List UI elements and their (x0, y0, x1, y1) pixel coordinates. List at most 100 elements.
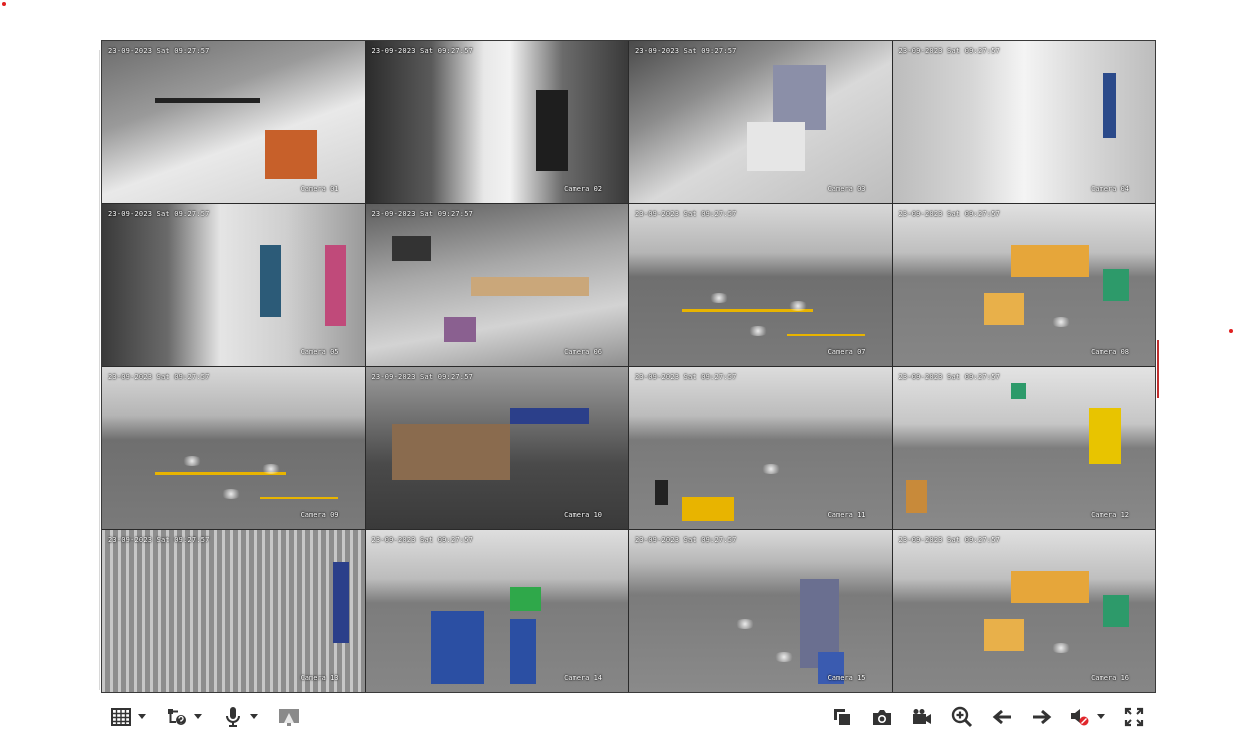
camera-tile[interactable]: 23-09-2023 Sat 09:27:57 Camera 16 (892, 530, 1155, 692)
chevron-down-icon (194, 714, 202, 719)
scene-object (264, 130, 318, 179)
ceiling-light-reflection (180, 456, 203, 467)
ceiling-light-reflection (220, 488, 243, 499)
osd-camera-name: Camera 08 (1091, 348, 1129, 356)
ceiling-light-reflection (707, 293, 730, 304)
osd-timestamp: 23-09-2023 Sat 09:27:57 (898, 536, 1001, 544)
scene-object (1010, 244, 1090, 277)
scene-object (470, 276, 589, 297)
audio-button[interactable] (1066, 703, 1094, 731)
osd-timestamp: 23-09-2023 Sat 09:27:57 (898, 47, 1001, 55)
camera-tile[interactable]: 23-09-2023 Sat 09:27:57 Camera 15 (629, 530, 892, 692)
camera-tile[interactable]: 23-09-2023 Sat 09:27:57 Camera 10 (365, 367, 628, 529)
camera-feed (629, 41, 892, 203)
osd-timestamp: 23-09-2023 Sat 09:27:57 (635, 210, 737, 218)
camera-tile[interactable]: 23-09-2023 Sat 09:27:57 Camera 06 (365, 204, 628, 366)
ceiling-light-reflection (1050, 643, 1072, 654)
camera-feed (365, 204, 628, 366)
scene-object (773, 65, 826, 131)
next-page-button[interactable] (1028, 703, 1056, 731)
scene-object (391, 236, 432, 261)
camera-tile[interactable]: 23-09-2023 Sat 09:27:57 Camera 08 (892, 204, 1155, 366)
camera-tile[interactable]: 23-09-2023 Sat 09:27:57 Camera 11 (629, 367, 892, 529)
osd-timestamp: 23-09-2023 Sat 09:27:57 (108, 373, 210, 381)
camera-tile[interactable]: 23-09-2023 Sat 09:27:57 Camera 02 (365, 41, 628, 203)
camera-feed (365, 41, 628, 203)
camera-tile[interactable]: 23-09-2023 Sat 09:27:57 Camera 13 (102, 530, 365, 692)
ceiling-light-reflection (760, 464, 783, 475)
osd-timestamp: 23-09-2023 Sat 09:27:57 (635, 373, 737, 381)
zoom-in-icon (951, 706, 973, 728)
speaker-muted-icon (1071, 709, 1089, 726)
arrow-right-icon (1033, 709, 1052, 725)
scene-object (259, 496, 339, 500)
camera-tile[interactable]: 23-09-2023 Sat 09:27:57 Camera 01 (102, 41, 365, 203)
osd-timestamp: 23-09-2023 Sat 09:27:57 (898, 373, 1001, 381)
ceiling-light-reflection (1050, 317, 1072, 328)
camera-feed (365, 367, 628, 529)
osd-timestamp: 23-09-2023 Sat 09:27:57 (108, 536, 210, 544)
chevron-down-icon (1097, 714, 1105, 719)
osd-camera-name: Camera 01 (300, 185, 339, 193)
camera-tile[interactable]: 23-09-2023 Sat 09:27:57 Camera 14 (365, 530, 628, 692)
osd-camera-name: Camera 14 (564, 674, 602, 682)
ceiling-light-reflection (773, 651, 796, 662)
pip-button[interactable] (275, 703, 303, 731)
scene-object (1102, 73, 1116, 139)
fullscreen-icon (1124, 707, 1144, 727)
window-layout-button[interactable] (107, 703, 135, 731)
camera-feed (892, 530, 1155, 692)
camera-feed (102, 530, 365, 692)
camera-feed (892, 41, 1155, 203)
osd-timestamp: 23-09-2023 Sat 09:27:57 (108, 210, 210, 218)
scene-object (747, 122, 805, 171)
osd-camera-name: Camera 04 (1091, 185, 1129, 193)
marker-dot (2, 2, 6, 6)
ceiling-light-reflection (259, 464, 282, 475)
fullscreen-button[interactable] (1120, 703, 1148, 731)
pip-icon (279, 709, 299, 726)
audio-dropdown[interactable] (1094, 703, 1108, 731)
scene-object (681, 496, 734, 521)
camera-feed (102, 367, 365, 529)
camera-feed (629, 367, 892, 529)
window-switch-button[interactable] (828, 703, 856, 731)
osd-timestamp: 23-09-2023 Sat 09:27:57 (108, 47, 210, 55)
capture-button[interactable] (868, 703, 896, 731)
osd-camera-name: Camera 06 (564, 348, 602, 356)
two-way-audio-button[interactable] (219, 703, 247, 731)
scene-object (509, 407, 589, 424)
camera-feed (892, 204, 1155, 366)
scene-object (984, 619, 1024, 652)
camera-tile[interactable]: 23-09-2023 Sat 09:27:57 Camera 05 (102, 204, 365, 366)
window-layout-dropdown[interactable] (135, 703, 149, 731)
osd-camera-name: Camera 11 (827, 511, 866, 519)
scene-object (333, 562, 349, 644)
scene-object (325, 244, 347, 326)
osd-camera-name: Camera 09 (300, 511, 339, 519)
camera-icon (873, 710, 891, 725)
chevron-down-icon (250, 714, 258, 719)
marker-dot (1229, 329, 1233, 333)
digital-zoom-button[interactable] (948, 703, 976, 731)
osd-timestamp: 23-09-2023 Sat 09:27:57 (635, 536, 737, 544)
two-way-audio-dropdown[interactable] (247, 703, 261, 731)
previous-page-button[interactable] (988, 703, 1016, 731)
camera-feed (629, 530, 892, 692)
osd-timestamp: 23-09-2023 Sat 09:27:57 (898, 210, 1001, 218)
camera-tile[interactable]: 23-09-2023 Sat 09:27:57 Camera 09 (102, 367, 365, 529)
panel-divider (99, 50, 100, 690)
camera-tile[interactable]: 23-09-2023 Sat 09:27:57 Camera 04 (892, 41, 1155, 203)
record-button[interactable] (908, 703, 936, 731)
camera-tile[interactable]: 23-09-2023 Sat 09:27:57 Camera 03 (629, 41, 892, 203)
window-switch-icon (834, 709, 850, 725)
scene-object (1102, 594, 1129, 628)
stream-type-dropdown[interactable] (191, 703, 205, 731)
osd-camera-name: Camera 03 (827, 185, 866, 193)
stream-type-button[interactable] (163, 703, 191, 731)
osd-camera-name: Camera 10 (564, 511, 602, 519)
camera-tile[interactable]: 23-09-2023 Sat 09:27:57 Camera 12 (892, 367, 1155, 529)
camera-tile[interactable]: 23-09-2023 Sat 09:27:57 Camera 07 (629, 204, 892, 366)
osd-camera-name: Camera 02 (564, 185, 602, 193)
osd-timestamp: 23-09-2023 Sat 09:27:57 (371, 373, 474, 381)
